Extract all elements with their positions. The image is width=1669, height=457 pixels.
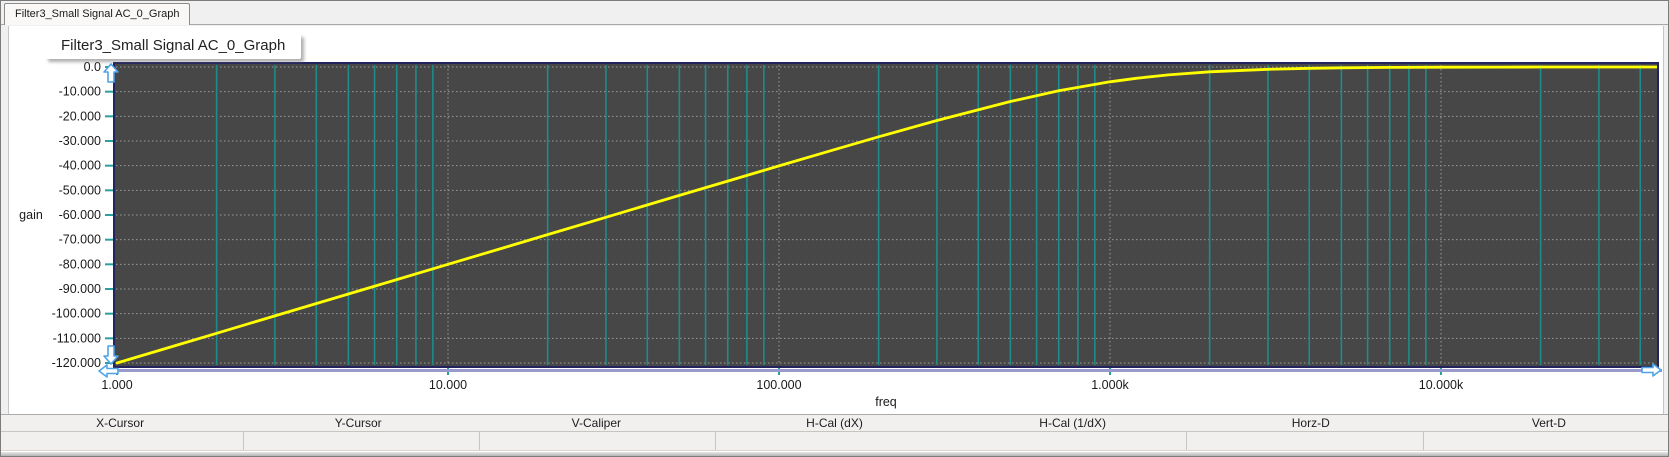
cursor-readout-cell bbox=[244, 432, 480, 450]
cursor-readout-cell bbox=[1187, 432, 1424, 450]
y-axis-tick-label: -80.000 bbox=[59, 257, 101, 271]
y-axis-tick-label: -10.000 bbox=[59, 85, 101, 99]
toolbar-header-x-cursor: X-Cursor bbox=[96, 416, 145, 430]
y-axis-tick-label: -70.000 bbox=[59, 233, 101, 247]
cursor-toolbar: X-Cursor Y-Cursor V-Caliper H-Cal (dX) H-Cal… bbox=[1, 414, 1668, 432]
toolbar-header-horz-d: Horz-D bbox=[1291, 416, 1330, 430]
cursor-readout-cell bbox=[480, 432, 716, 450]
y-axis-tick-label: -100.000 bbox=[52, 307, 101, 321]
y-axis-title: gain bbox=[19, 208, 43, 222]
cursor-readout-row bbox=[1, 432, 1668, 451]
graph-title: Filter3_Small Signal AC_0_Graph bbox=[45, 34, 302, 59]
y-axis-tick-label: -90.000 bbox=[59, 282, 101, 296]
toolbar-header-y-cursor: Y-Cursor bbox=[334, 416, 382, 430]
toolbar-header-v-caliper: V-Caliper bbox=[571, 416, 622, 430]
graph-window: Filter3_Small Signal AC_0_Graph 0.0 -10.0… bbox=[0, 0, 1669, 457]
toolbar-header-h-cal-1-dx: H-Cal (1/dX) bbox=[1039, 416, 1106, 430]
y-axis-tick-label: 0.0 bbox=[84, 60, 101, 74]
y-axis-tick-label: -120.000 bbox=[52, 356, 101, 370]
toolbar-header-vert-d: Vert-D bbox=[1531, 416, 1566, 430]
y-axis-tick-label: -40.000 bbox=[59, 159, 101, 173]
y-axis-tick-label: -20.000 bbox=[59, 109, 101, 123]
plot-canvas[interactable]: 0.0 -10.000 -20.000 -30.000 -40.000 -50.000 -6… bbox=[1, 1, 1669, 457]
cursor-readout-cell bbox=[1424, 432, 1668, 450]
cursor-readout-cell bbox=[1, 432, 244, 450]
tab-filter3-graph[interactable]: Filter3_Small Signal AC_0_Graph bbox=[4, 3, 191, 25]
y-axis-tick-label: -110.000 bbox=[53, 331, 101, 345]
x-axis-title: freq bbox=[875, 395, 897, 409]
x-axis-tick-label: 100.000 bbox=[756, 378, 801, 392]
y-axis-tick-label: -60.000 bbox=[59, 208, 101, 222]
x-axis-tick-label: 1.000k bbox=[1091, 378, 1129, 392]
y-axis-tick-label: -30.000 bbox=[59, 134, 101, 148]
toolbar-header-h-cal-dx: H-Cal (dX) bbox=[806, 416, 863, 430]
window-resize-bar[interactable] bbox=[1, 451, 1668, 456]
x-axis-tick-label: 10.000 bbox=[429, 378, 467, 392]
tab-label: Filter3_Small Signal AC_0_Graph bbox=[15, 8, 180, 20]
x-axis-tick-label: 1.000 bbox=[101, 378, 132, 392]
y-axis-tick-label: -50.000 bbox=[59, 183, 101, 197]
x-axis-tick-label: 10.000k bbox=[1419, 378, 1464, 392]
tab-bar: Filter3_Small Signal AC_0_Graph bbox=[1, 1, 1668, 25]
cursor-readout-cell bbox=[716, 432, 1187, 450]
